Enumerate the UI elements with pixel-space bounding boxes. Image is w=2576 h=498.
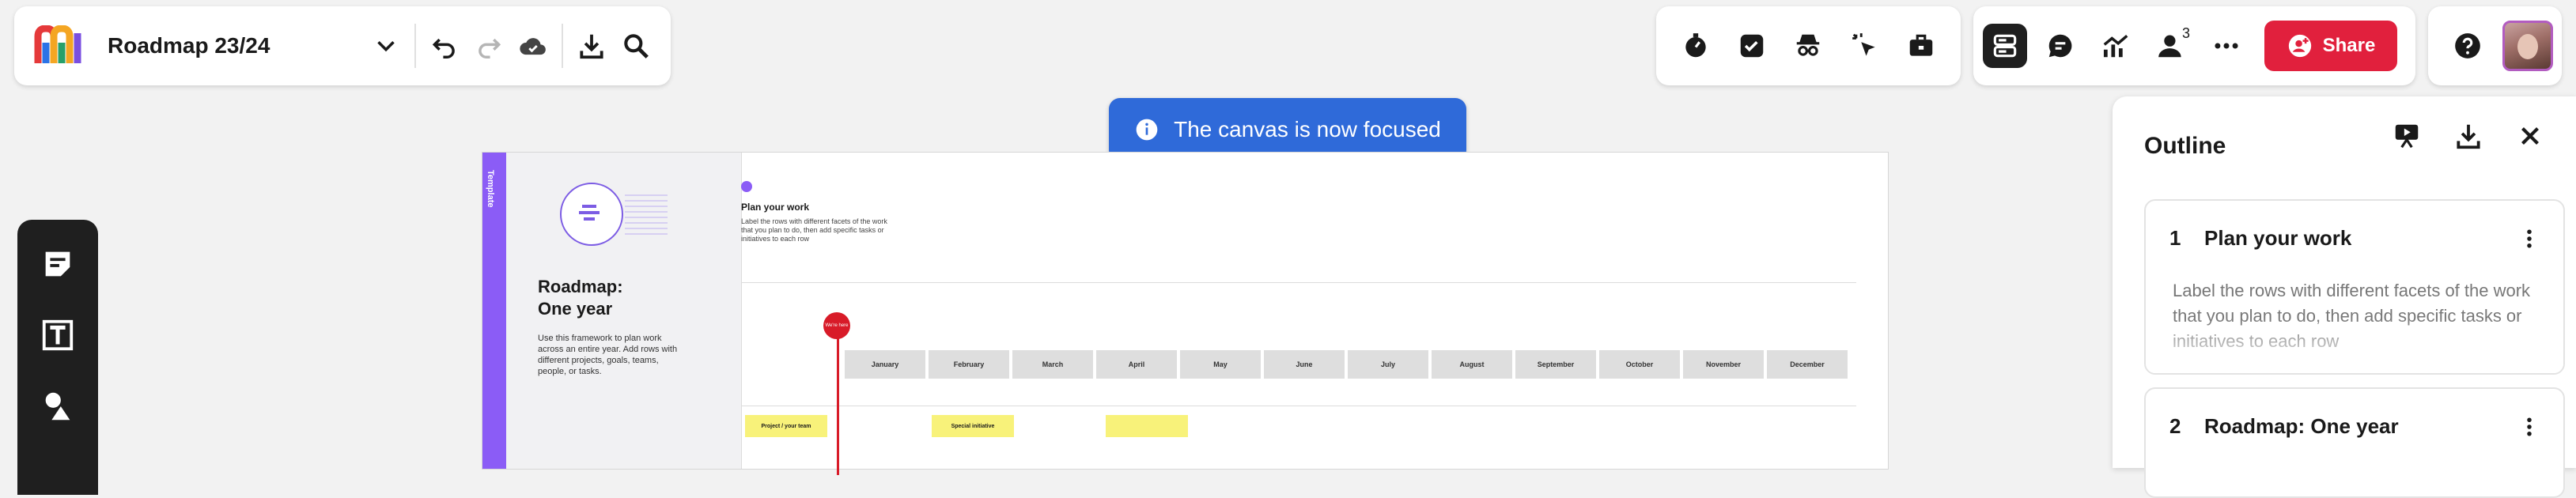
month-cell: February (929, 350, 1009, 379)
sticky-note[interactable]: Project / your team (745, 415, 827, 437)
current-date-line (837, 325, 839, 475)
add-user-icon (2288, 34, 2311, 58)
outline-panel: Outline 1 Plan your work Label the rows … (2113, 96, 2576, 498)
outline-item[interactable]: 2 Roadmap: One year (2144, 387, 2565, 498)
template-strip: Template (482, 153, 506, 469)
undo-icon[interactable] (422, 24, 467, 68)
sticky-note[interactable]: Special initiative (932, 415, 1014, 437)
private-mode-icon[interactable] (1786, 24, 1830, 68)
template-title: Roadmap: One year (538, 277, 623, 319)
outline-item-title: Roadmap: One year (2204, 414, 2399, 438)
month-cell: May (1180, 350, 1261, 379)
cursor-click-icon[interactable] (1843, 24, 1887, 68)
share-button[interactable]: Share (2264, 21, 2397, 71)
help-icon[interactable] (2445, 24, 2490, 68)
sticky-note-icon[interactable] (36, 242, 80, 286)
toolbox-icon[interactable] (1899, 24, 1943, 68)
close-icon[interactable] (2508, 114, 2552, 158)
outline-item-number: 1 (2169, 226, 2181, 250)
more-options-icon[interactable] (2204, 24, 2249, 68)
kebab-menu-icon[interactable] (2517, 224, 2541, 257)
template-tag: Template (486, 170, 495, 208)
outline-title: Outline (2144, 133, 2226, 159)
cloud-saved-icon[interactable] (511, 24, 555, 68)
month-cell: August (1432, 350, 1512, 379)
month-cell: September (1515, 350, 1596, 379)
checkbox-icon[interactable] (1730, 24, 1774, 68)
collaboration-toolbar: 3 Share (1973, 6, 2415, 85)
sticky-note[interactable] (1106, 415, 1188, 437)
fade-overlay (2146, 318, 2563, 373)
export-icon[interactable] (2446, 114, 2491, 158)
month-header-row: January February March April May June Ju… (845, 350, 1848, 379)
search-icon[interactable] (614, 24, 658, 68)
text-tool-icon[interactable] (36, 313, 80, 357)
month-cell: April (1096, 350, 1177, 379)
roadmap-icon (560, 183, 623, 246)
shapes-icon[interactable] (36, 384, 80, 428)
redo-icon[interactable] (467, 24, 511, 68)
divider (562, 24, 563, 68)
month-cell: October (1599, 350, 1680, 379)
section-title: Plan your work (741, 202, 810, 213)
share-label: Share (2322, 35, 2376, 56)
template-sidebar: Roadmap: One year Use this framework to … (506, 153, 742, 469)
section-marker-icon (741, 181, 752, 192)
template-description: Use this framework to plan work across a… (538, 334, 678, 376)
current-date-marker[interactable]: We're here (823, 312, 850, 339)
section-description: Label the rows with different facets of … (741, 217, 887, 243)
outline-item-number: 2 (2169, 414, 2181, 438)
toast-text: The canvas is now focused (1174, 117, 1441, 141)
month-cell: June (1264, 350, 1345, 379)
timer-icon[interactable] (1674, 24, 1718, 68)
kebab-menu-icon[interactable] (2517, 413, 2541, 445)
tools-toolbar (1656, 6, 1961, 85)
month-cell: March (1012, 350, 1093, 379)
decorative-lines (625, 191, 668, 235)
month-cell: January (845, 350, 925, 379)
user-avatar[interactable] (2502, 21, 2553, 71)
collaborators-icon[interactable]: 3 (2149, 24, 2193, 68)
outline-item[interactable]: 1 Plan your work Label the rows with dif… (2144, 199, 2565, 375)
month-cell: July (1348, 350, 1428, 379)
divider (741, 282, 1856, 283)
board-title[interactable]: Roadmap 23/24 (108, 33, 270, 58)
canvas-frame[interactable]: Template Roadmap: One year Use this fram… (482, 152, 1889, 475)
download-icon[interactable] (569, 24, 614, 68)
outline-view-icon[interactable] (1983, 24, 2027, 68)
divider (414, 24, 416, 68)
comment-icon[interactable] (2038, 24, 2082, 68)
app-logo[interactable] (33, 25, 84, 66)
presentation-icon[interactable] (2385, 114, 2429, 158)
help-toolbar (2428, 6, 2562, 85)
info-icon (1136, 119, 1158, 141)
outline-actions (2385, 114, 2552, 158)
month-cell: November (1683, 350, 1764, 379)
analytics-icon[interactable] (2094, 24, 2138, 68)
board-menu-chevron-icon[interactable] (364, 24, 408, 68)
board-toolbar: Roadmap 23/24 (14, 6, 671, 85)
collaborators-count: 3 (2181, 25, 2190, 41)
outline-item-title: Plan your work (2204, 226, 2352, 250)
month-cell: December (1767, 350, 1848, 379)
